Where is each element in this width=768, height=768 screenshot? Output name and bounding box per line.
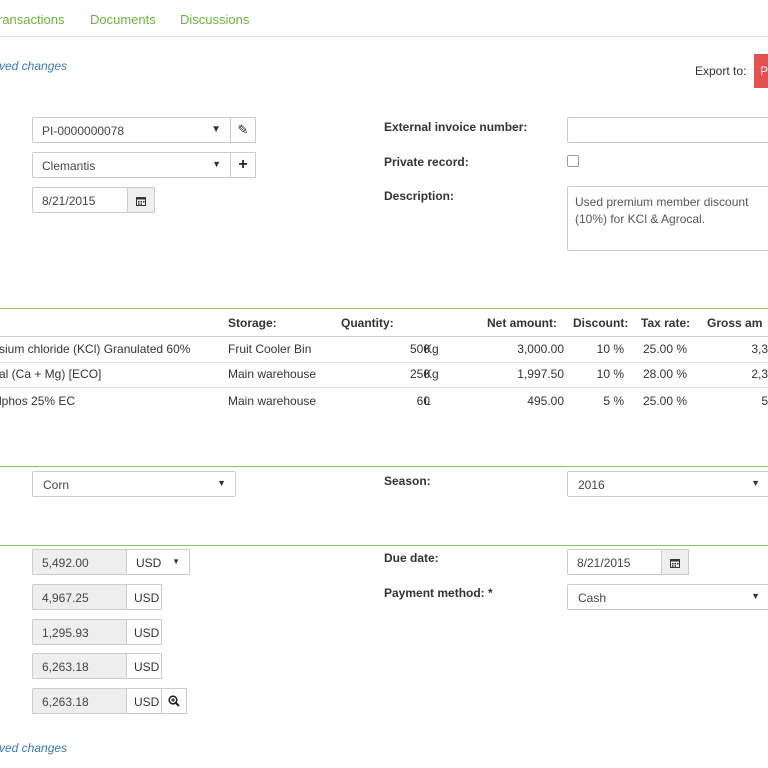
partner-select[interactable]: Clemantis ▼ xyxy=(32,152,231,178)
table-row[interactable]: sium chloride (KCl) Granulated 60% Fruit… xyxy=(0,337,768,362)
tab-documents[interactable]: Documents xyxy=(90,12,156,27)
item-unit: Kg xyxy=(424,342,439,356)
caret-down-icon: ▼ xyxy=(172,557,180,566)
item-storage: Fruit Cooler Bin xyxy=(228,342,312,356)
currency-label: USD xyxy=(126,619,162,645)
season-select[interactable]: 2016 ▼ xyxy=(567,471,768,497)
private-record-label: Private record: xyxy=(384,155,469,169)
tab-transactions[interactable]: ransactions xyxy=(0,12,64,27)
item-name: al (Ca + Mg) [ECO] xyxy=(0,367,102,381)
item-net-amount: 495.00 xyxy=(527,394,564,408)
currency-select[interactable]: USD ▼ xyxy=(126,549,190,575)
zoom-button[interactable] xyxy=(161,688,187,714)
total-amount-field: 5,492.00 xyxy=(32,549,127,575)
item-gross-amount: 2,3 xyxy=(751,367,768,381)
calendar-button[interactable] xyxy=(127,187,155,213)
export-pdf-button[interactable]: P xyxy=(754,54,768,88)
column-gross-amount: Gross am xyxy=(707,316,763,330)
column-storage: Storage: xyxy=(228,316,277,330)
description-text: Used premium member discount (10%) for K… xyxy=(575,195,749,226)
item-name: sium chloride (KCl) Granulated 60% xyxy=(0,342,191,356)
caret-down-icon: ▼ xyxy=(217,478,226,488)
export-label: Export to: xyxy=(695,64,747,78)
item-name: lphos 25% EC xyxy=(0,394,76,408)
calendar-icon xyxy=(670,559,680,568)
description-label: Description: xyxy=(384,189,455,203)
description-textarea[interactable]: Used premium member discount (10%) for K… xyxy=(567,186,768,251)
item-gross-amount: 3,3 xyxy=(751,342,768,356)
tabs-divider xyxy=(0,36,768,37)
total-amount-field: 6,263.18 xyxy=(32,688,127,714)
due-date-calendar-button[interactable] xyxy=(661,549,689,575)
calendar-icon xyxy=(136,197,146,206)
item-tax-rate: 25.00 % xyxy=(643,394,688,408)
unsaved-changes-link-bottom[interactable]: ved changes xyxy=(0,741,67,755)
currency-label: USD xyxy=(126,653,162,679)
item-quantity: 250 xyxy=(409,367,430,381)
caret-down-icon: ▼ xyxy=(211,124,221,135)
table-row[interactable]: al (Ca + Mg) [ECO] Main warehouse 250 Kg… xyxy=(0,362,768,387)
column-net-amount: Net amount: xyxy=(487,316,557,330)
crop-divider xyxy=(0,466,768,467)
column-tax-rate: Tax rate: xyxy=(641,316,691,330)
column-discount: Discount: xyxy=(573,316,629,330)
total-amount-field: 4,967.25 xyxy=(32,584,127,610)
add-partner-button[interactable]: + xyxy=(230,152,256,178)
caret-down-icon: ▼ xyxy=(751,591,760,601)
total-amount-field: 6,263.18 xyxy=(32,653,127,679)
item-discount: 10 % xyxy=(596,342,624,356)
totals-divider xyxy=(0,545,768,546)
invoice-date-input[interactable]: 8/21/2015 xyxy=(32,187,128,213)
column-quantity: Quantity: xyxy=(341,316,394,330)
item-net-amount: 3,000.00 xyxy=(517,342,564,356)
item-gross-amount: 5 xyxy=(761,394,768,408)
total-amount-field: 1,295.93 xyxy=(32,619,127,645)
item-quantity: 500 xyxy=(409,342,430,356)
crop-select[interactable]: Corn ▼ xyxy=(32,471,236,497)
payment-method-label: Payment method: * xyxy=(384,586,493,600)
invoice-number-select[interactable]: PI-0000000078 ▼ xyxy=(32,117,231,143)
item-net-amount: 1,997.50 xyxy=(517,367,564,381)
due-date-input[interactable]: 8/21/2015 xyxy=(567,549,663,575)
item-discount: 5 % xyxy=(603,394,624,408)
caret-down-icon: ▼ xyxy=(751,478,760,488)
external-invoice-label: External invoice number: xyxy=(384,120,528,134)
private-record-checkbox[interactable] xyxy=(567,155,579,167)
tab-discussions[interactable]: Discussions xyxy=(180,12,249,27)
edit-button[interactable]: ✎ xyxy=(230,117,256,143)
currency-label: USD xyxy=(126,688,162,714)
due-date-label: Due date: xyxy=(384,551,439,565)
caret-down-icon: ▼ xyxy=(212,159,221,169)
payment-method-select[interactable]: Cash ▼ xyxy=(567,584,768,610)
external-invoice-input[interactable] xyxy=(567,117,768,143)
item-storage: Main warehouse xyxy=(228,394,317,408)
plus-icon: + xyxy=(238,156,248,173)
item-discount: 10 % xyxy=(596,367,624,381)
item-quantity: 60 xyxy=(416,394,430,408)
pencil-icon: ✎ xyxy=(237,122,249,137)
items-divider xyxy=(0,308,768,309)
item-unit: Kg xyxy=(424,367,439,381)
item-storage: Main warehouse xyxy=(228,367,317,381)
item-tax-rate: 28.00 % xyxy=(643,367,688,381)
currency-label: USD xyxy=(126,584,162,610)
unsaved-changes-link-top[interactable]: ved changes xyxy=(0,59,67,73)
item-tax-rate: 25.00 % xyxy=(643,342,688,356)
zoom-in-icon xyxy=(168,695,180,707)
season-label: Season: xyxy=(384,474,431,488)
item-unit: L xyxy=(424,394,431,408)
table-row[interactable]: lphos 25% EC Main warehouse 60 L 495.00 … xyxy=(0,387,768,412)
